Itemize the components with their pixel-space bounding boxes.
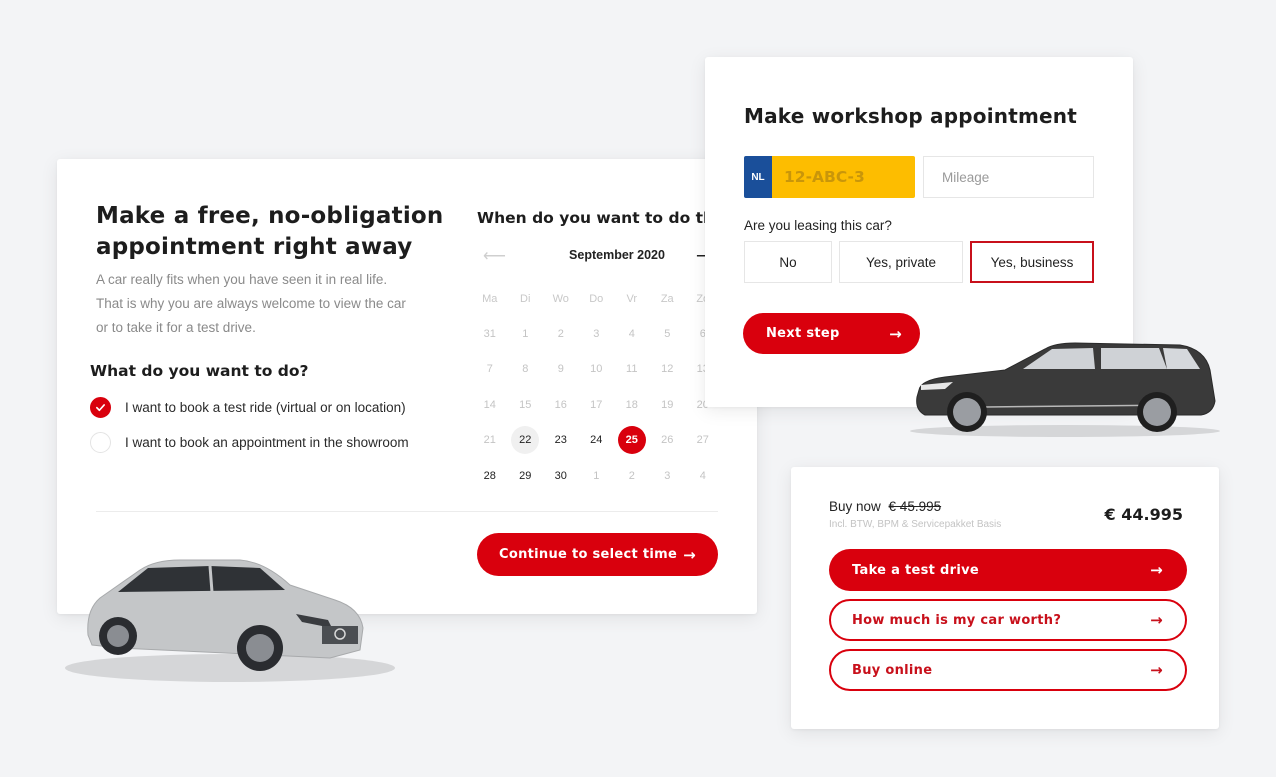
divider — [96, 511, 718, 512]
calendar-week-row: 21 22 23 24 25 26 27 — [472, 423, 721, 458]
arrow-right-icon: → — [1150, 611, 1163, 629]
weekday-label: Za — [660, 292, 674, 305]
calendar-day[interactable]: 28 — [472, 462, 508, 490]
calendar-day: 4 — [699, 469, 706, 482]
arrow-right-icon: → — [1150, 661, 1163, 679]
workshop-title: Make workshop appointment — [744, 104, 1077, 128]
calendar-day: 18 — [625, 398, 638, 411]
button-label: Take a test drive — [852, 562, 979, 578]
calendar-day-selected[interactable]: 25 — [617, 426, 646, 455]
calendar-day: 3 — [593, 328, 600, 341]
lease-option-no[interactable]: No — [744, 241, 832, 283]
calendar-day: 1 — [593, 469, 600, 482]
arrow-left-icon[interactable]: ⟵ — [483, 246, 506, 266]
calendar-day: 27 — [696, 434, 709, 447]
calendar-week-row: 14 15 16 17 18 19 20 — [472, 387, 721, 422]
mileage-input[interactable]: Mileage — [923, 156, 1094, 198]
take-test-drive-button[interactable]: Take a test drive → — [829, 549, 1187, 591]
calendar-day[interactable]: 23 — [543, 426, 579, 454]
plate-placeholder[interactable]: 12-ABC-3 — [772, 156, 915, 198]
calendar-day: 26 — [661, 434, 674, 447]
calendar-day: 2 — [557, 328, 564, 341]
weekday-label: Di — [520, 292, 531, 305]
price-note: Incl. BTW, BPM & Servicepakket Basis — [829, 519, 1002, 530]
calendar-day: 5 — [664, 328, 671, 341]
country-badge: NL — [744, 156, 772, 198]
car-rim — [1143, 398, 1171, 426]
calendar-day: 21 — [483, 434, 496, 447]
what-question: What do you want to do? — [90, 362, 309, 380]
calendar-day: 14 — [483, 398, 496, 411]
calendar-day: 31 — [483, 328, 496, 341]
calendar-day: 10 — [590, 363, 603, 376]
calendar-day: 2 — [628, 469, 635, 482]
lease-option-business[interactable]: Yes, business — [970, 241, 1094, 283]
calendar-week-row: 31 1 2 3 4 5 6 — [472, 316, 721, 351]
button-label: Next step — [766, 326, 840, 341]
button-label: Continue to select time — [499, 547, 678, 562]
calendar-day: 11 — [626, 363, 638, 376]
buy-online-button[interactable]: Buy online → — [829, 649, 1187, 691]
lease-question: Are you leasing this car? — [744, 218, 892, 233]
buy-now-text: Buy now € 45.995 — [829, 499, 941, 514]
car-rim — [246, 634, 274, 662]
current-price: € 44.995 — [1104, 505, 1183, 524]
calendar-day-today[interactable]: 22 — [511, 426, 540, 455]
option-label: I want to book a test ride (virtual or o… — [125, 400, 406, 415]
option-showroom[interactable]: I want to book an appointment in the sho… — [90, 432, 409, 453]
car-rim — [953, 398, 981, 426]
weekday-label: Do — [589, 292, 604, 305]
calendar-day[interactable]: 24 — [579, 426, 615, 454]
calendar-grid: Ma Di Wo Do Vr Za Zo 31 1 2 3 4 5 6 7 8 9 10 11 12 13 14 15 16… — [472, 281, 721, 493]
calendar-day: 15 — [519, 398, 532, 411]
weekday-label: Ma — [482, 292, 498, 305]
checked-radio-icon[interactable] — [90, 397, 111, 418]
option-label: I want to book an appointment in the sho… — [125, 435, 409, 450]
continue-to-select-time-button[interactable]: Continue to select time → — [477, 533, 718, 576]
buy-now-label: Buy now — [829, 499, 881, 514]
calendar-day: 1 — [522, 328, 529, 341]
calendar-week-row: 28 29 30 1 2 3 4 — [472, 458, 721, 493]
arrow-right-icon: → — [1150, 561, 1163, 579]
button-label: Buy online — [852, 662, 933, 678]
arrow-right-icon: → — [683, 545, 696, 564]
calendar-day: 8 — [522, 363, 529, 376]
lease-option-private[interactable]: Yes, private — [839, 241, 963, 283]
calendar-month: September 2020 — [569, 248, 665, 262]
car-pillar — [208, 565, 214, 593]
calendar-day: 19 — [661, 398, 674, 411]
car-shadow — [65, 654, 395, 682]
license-plate-input[interactable]: NL 12-ABC-3 — [744, 156, 915, 198]
option-test-ride[interactable]: I want to book a test ride (virtual or o… — [90, 397, 406, 418]
price-card: Buy now € 45.995 Incl. BTW, BPM & Servic… — [791, 467, 1219, 729]
next-step-button[interactable]: Next step → — [743, 313, 920, 354]
calendar-day: 4 — [628, 328, 635, 341]
calendar-day: 17 — [590, 398, 603, 411]
car-rim — [107, 625, 129, 647]
weekday-row: Ma Di Wo Do Vr Za Zo — [472, 281, 721, 316]
arrow-right-icon: → — [889, 324, 902, 343]
calendar-day: 7 — [486, 363, 493, 376]
silver-hatchback-car-image — [65, 559, 395, 682]
old-price: € 45.995 — [888, 499, 942, 514]
weekday-label: Vr — [626, 292, 638, 305]
unchecked-radio-icon[interactable] — [90, 432, 111, 453]
calendar-day: 16 — [554, 398, 567, 411]
car-worth-button[interactable]: How much is my car worth? → — [829, 599, 1187, 641]
calendar-day: 3 — [664, 469, 671, 482]
calendar-day[interactable]: 30 — [543, 462, 579, 490]
calendar-day: 12 — [661, 363, 674, 376]
car-window-rear — [1101, 348, 1167, 369]
appointment-title: Make a free, no-obligation appointment r… — [96, 203, 444, 260]
calendar-week-row: 7 8 9 10 11 12 13 — [472, 352, 721, 387]
calendar-title: When do you want to do this? — [477, 209, 738, 227]
dark-estate-car-image — [910, 342, 1220, 437]
button-label: How much is my car worth? — [852, 612, 1062, 628]
appointment-intro: A car really fits when you have seen it … — [96, 272, 406, 335]
weekday-label: Wo — [552, 292, 569, 305]
calendar-day[interactable]: 29 — [508, 462, 544, 490]
calendar-day: 9 — [557, 363, 564, 376]
